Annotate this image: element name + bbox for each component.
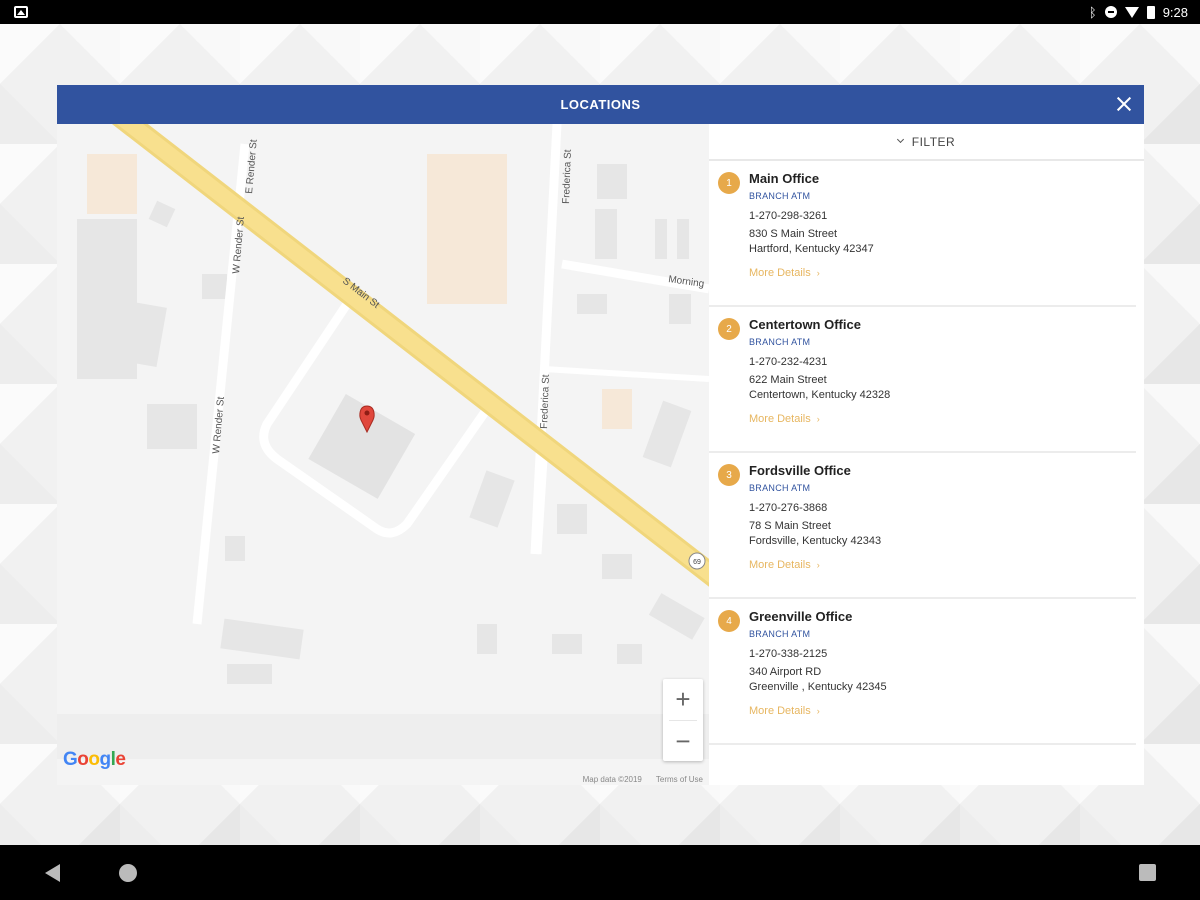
chevron-right-icon: › [816, 706, 820, 716]
map-building [642, 400, 692, 468]
wifi-icon [1124, 6, 1139, 18]
location-item[interactable]: 3 Fordsville Office BRANCH ATM 1-270-276… [709, 453, 1136, 599]
map-building [202, 274, 227, 299]
location-address-line1: 78 S Main Street [749, 520, 831, 532]
map-building [669, 294, 691, 324]
zoom-control: + − [663, 679, 703, 761]
panel-title: LOCATIONS [560, 97, 641, 112]
filter-button[interactable]: FILTER [709, 124, 1144, 161]
location-tags: BRANCH ATM [749, 483, 811, 493]
map-building [602, 554, 632, 579]
more-details-link[interactable]: More Details › [749, 267, 874, 279]
navigation-bar [0, 845, 1200, 900]
map-building [602, 389, 632, 429]
route-shield-label: 69 [693, 559, 701, 566]
bluetooth-icon: ᛒ [1088, 4, 1097, 20]
location-name: Centertown Office [749, 317, 861, 332]
map-canvas: S Main St W Render St E Render St W Rend… [57, 124, 709, 759]
location-name: Main Office [749, 171, 820, 186]
location-address-line2: Hartford, Kentucky 42347 [749, 243, 874, 255]
map-road [543, 366, 709, 382]
road-label: Frederica St [561, 149, 574, 204]
map-block [57, 714, 709, 759]
map-attribution: Map data ©2019 Terms of Use [581, 774, 705, 785]
map-building [552, 634, 582, 654]
location-number-badge: 4 [718, 610, 740, 632]
map-building [87, 154, 137, 214]
map-building [225, 536, 245, 561]
map-building [577, 294, 607, 314]
road-label: W Render St [211, 396, 227, 454]
location-tags: BRANCH ATM [749, 629, 811, 639]
location-tags: BRANCH ATM [749, 337, 811, 347]
zoom-in-button[interactable]: + [663, 679, 703, 720]
road-label: Frederica St [539, 374, 552, 429]
location-name: Fordsville Office [749, 463, 851, 478]
location-item[interactable]: 4 Greenville Office BRANCH ATM 1-270-338… [709, 599, 1136, 745]
map-road [532, 458, 548, 555]
map-view[interactable]: S Main St W Render St E Render St W Rend… [57, 124, 709, 785]
chevron-right-icon: › [816, 560, 820, 570]
google-logo[interactable]: Google [63, 749, 126, 771]
map-building [147, 404, 197, 449]
image-icon [14, 6, 28, 18]
do-not-disturb-icon [1104, 6, 1117, 18]
map-building [557, 504, 587, 534]
location-name: Greenville Office [749, 609, 853, 624]
location-item[interactable]: 1 Main Office BRANCH ATM 1-270-298-3261 … [709, 161, 1136, 307]
location-phone[interactable]: 1-270-232-4231 [749, 356, 890, 368]
zoom-out-button[interactable]: − [663, 721, 703, 762]
map-building [655, 219, 667, 259]
clock: 9:28 [1162, 4, 1188, 20]
map-building [648, 593, 705, 640]
location-address-line2: Centertown, Kentucky 42328 [749, 389, 891, 401]
locations-panel: LOCATIONS S Main St W Render St E Render… [57, 85, 1144, 785]
chevron-down-icon [896, 135, 904, 144]
location-address-line2: Fordsville, Kentucky 42343 [749, 535, 882, 547]
location-number-badge: 2 [718, 318, 740, 340]
map-building [477, 624, 497, 654]
map-building [427, 154, 507, 304]
map-building [617, 644, 642, 664]
close-icon[interactable] [1114, 94, 1134, 114]
location-tags: BRANCH ATM [749, 191, 811, 201]
locations-list: FILTER 1 Main Office BRANCH ATM 1-270-29… [709, 124, 1144, 785]
more-details-link[interactable]: More Details › [749, 559, 881, 571]
more-details-link[interactable]: More Details › [749, 413, 890, 425]
map-building [677, 219, 689, 259]
location-phone[interactable]: 1-270-298-3261 [749, 210, 874, 222]
panel-header: LOCATIONS [57, 85, 1144, 124]
location-address-line1: 340 Airport RD [749, 666, 822, 678]
map-building [220, 618, 304, 660]
map-building [595, 209, 617, 259]
location-number-badge: 3 [718, 464, 740, 486]
status-bar: ᛒ 9:28 [0, 0, 1200, 24]
location-number-badge: 1 [718, 172, 740, 194]
terms-link[interactable]: Terms of Use [656, 775, 703, 784]
location-address-line1: 830 S Main Street [749, 228, 838, 240]
map-building [469, 470, 515, 528]
location-phone[interactable]: 1-270-338-2125 [749, 648, 887, 660]
back-triangle-icon[interactable] [45, 864, 60, 882]
location-address-line1: 622 Main Street [749, 374, 827, 386]
recents-square-icon[interactable] [1139, 864, 1156, 881]
location-item[interactable]: 2 Centertown Office BRANCH ATM 1-270-232… [709, 307, 1136, 453]
chevron-right-icon: › [816, 414, 820, 424]
map-building [148, 200, 176, 228]
location-phone[interactable]: 1-270-276-3868 [749, 502, 881, 514]
filter-label: FILTER [911, 134, 956, 149]
location-address-line2: Greenville , Kentucky 42345 [749, 681, 887, 693]
more-details-link[interactable]: More Details › [749, 705, 887, 717]
home-circle-icon[interactable] [119, 864, 137, 882]
map-data-text: Map data ©2019 [582, 775, 642, 784]
chevron-right-icon: › [816, 268, 820, 278]
map-building [227, 664, 272, 684]
battery-icon [1146, 5, 1155, 19]
map-building [597, 164, 627, 199]
